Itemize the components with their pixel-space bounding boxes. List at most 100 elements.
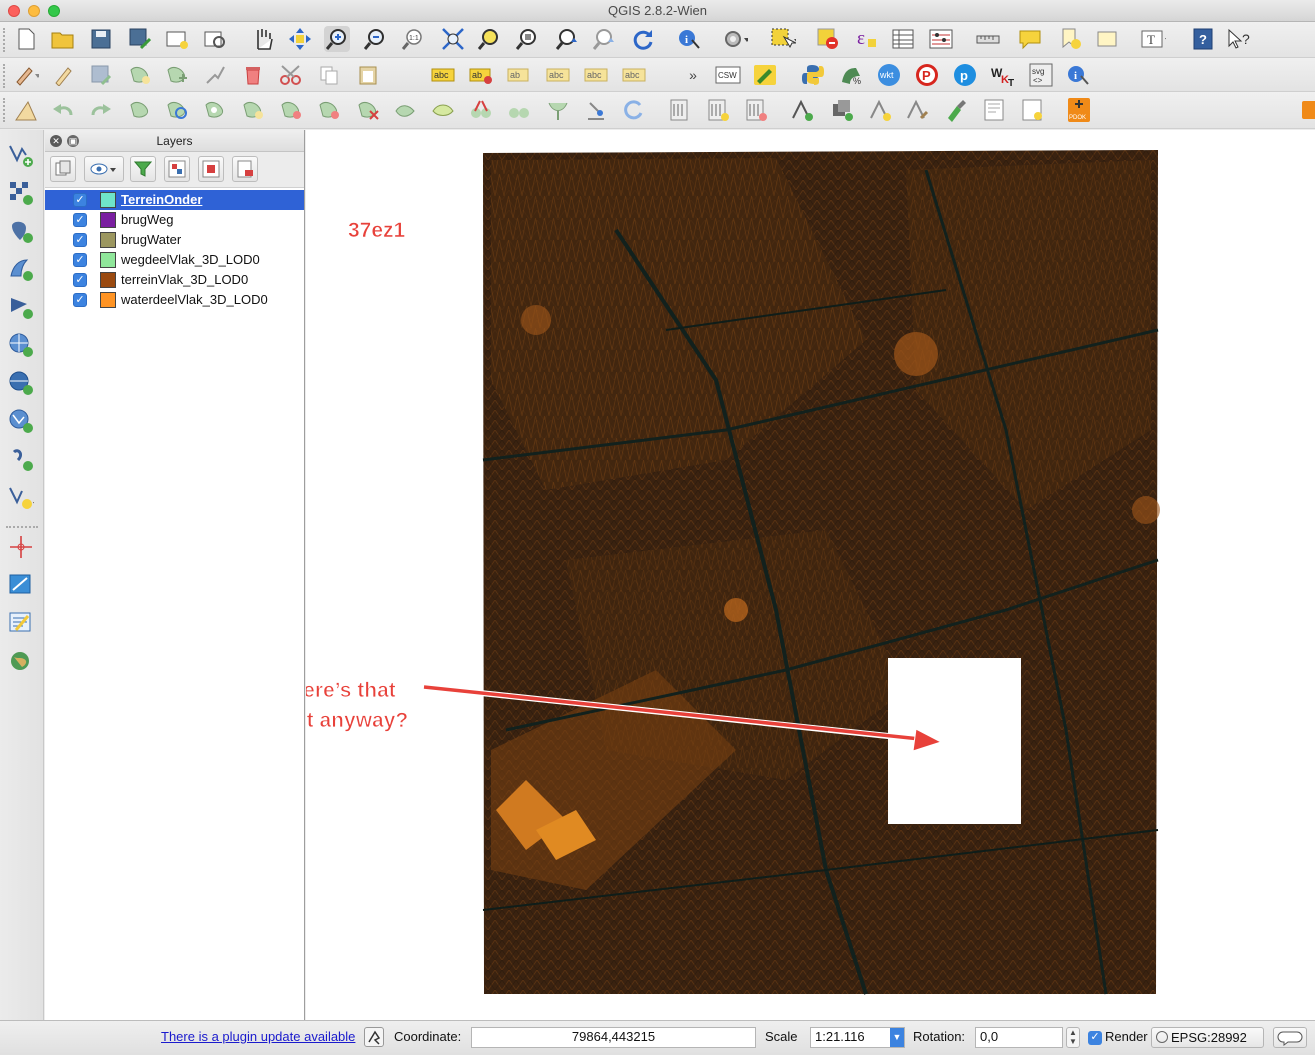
select-vertex-icon[interactable] bbox=[868, 97, 894, 123]
plugin-green-icon[interactable] bbox=[752, 62, 778, 88]
toolbar-grip[interactable] bbox=[3, 28, 7, 52]
layer-row-wegdeelvlak[interactable]: ✓ wegdeelVlak_3D_LOD0 bbox=[45, 250, 304, 270]
pan-map-icon[interactable] bbox=[250, 26, 276, 52]
deselect-features-icon[interactable] bbox=[815, 26, 841, 52]
show-bookmarks-icon[interactable] bbox=[1094, 26, 1120, 52]
add-delimited-text-layer-icon[interactable] bbox=[8, 446, 34, 472]
save-layer-edits-icon[interactable] bbox=[88, 62, 114, 88]
add-vector-layer-icon[interactable] bbox=[8, 142, 34, 168]
layer-symbol-swatch[interactable] bbox=[100, 272, 116, 288]
move-label-icon[interactable]: abc bbox=[583, 62, 609, 88]
collapse-all-icon[interactable] bbox=[198, 156, 224, 182]
paste-features-icon[interactable] bbox=[355, 62, 381, 88]
layer-visibility-checkbox[interactable]: ✓ bbox=[73, 253, 87, 267]
attribute-table-icon[interactable] bbox=[890, 26, 916, 52]
paint-tool-icon[interactable] bbox=[944, 97, 970, 123]
zoom-full-icon[interactable] bbox=[440, 26, 466, 52]
zoom-to-layer-icon[interactable] bbox=[515, 26, 541, 52]
toolbar-grip[interactable] bbox=[3, 64, 7, 88]
processing-plugin-icon[interactable]: % bbox=[838, 62, 864, 88]
add-mssql-layer-icon[interactable] bbox=[8, 294, 34, 320]
zoom-out-icon[interactable] bbox=[362, 26, 388, 52]
digitize-plugin-2-icon[interactable] bbox=[706, 97, 732, 123]
add-wms-layer-icon[interactable] bbox=[8, 332, 34, 358]
add-feature-icon[interactable] bbox=[127, 62, 153, 88]
add-ring-icon[interactable] bbox=[202, 97, 228, 123]
pdok-plugin-red-icon[interactable]: P bbox=[914, 62, 940, 88]
new-bookmark-icon[interactable] bbox=[1058, 26, 1084, 52]
map-canvas[interactable]: 37ez1 where’s that part anyway? bbox=[306, 130, 1315, 1020]
run-feature-action-icon[interactable] bbox=[722, 26, 748, 52]
rotation-spinbox[interactable]: 0,0 bbox=[975, 1027, 1063, 1048]
layer-symbol-swatch[interactable] bbox=[100, 252, 116, 268]
add-wcs-layer-icon[interactable] bbox=[8, 370, 34, 396]
toggle-editing-icon[interactable] bbox=[50, 62, 76, 88]
csw-icon[interactable]: CSW bbox=[715, 62, 741, 88]
geocoder-clear-icon[interactable] bbox=[1300, 97, 1315, 123]
add-vertex-icon[interactable] bbox=[790, 97, 816, 123]
wkt-tool-icon[interactable]: WKT bbox=[990, 62, 1016, 88]
layer-visibility-checkbox[interactable]: ✓ bbox=[73, 193, 87, 207]
remove-layer-icon[interactable] bbox=[232, 156, 258, 182]
reshape-features-icon[interactable] bbox=[392, 97, 418, 123]
measure-line-icon[interactable] bbox=[975, 26, 1001, 52]
layer-row-waterdeelvlak[interactable]: ✓ waterdeelVlak_3D_LOD0 bbox=[45, 290, 304, 310]
offset-curve-icon[interactable] bbox=[430, 97, 456, 123]
chevron-down-icon[interactable]: ▼ bbox=[890, 1028, 904, 1047]
move-feature-icon[interactable] bbox=[164, 62, 190, 88]
add-spatialite-layer-icon[interactable] bbox=[8, 256, 34, 282]
pdok-badge-icon[interactable]: PDOK bbox=[1066, 97, 1092, 123]
window-zoom-button[interactable] bbox=[48, 5, 60, 17]
export-layout-icon[interactable] bbox=[1020, 97, 1046, 123]
whats-this-icon[interactable]: ? bbox=[1227, 26, 1253, 52]
pin-labels-icon[interactable]: ab bbox=[468, 62, 494, 88]
globe-plugin-icon[interactable] bbox=[8, 648, 34, 674]
delete-part-icon[interactable] bbox=[355, 97, 381, 123]
close-panel-icon[interactable]: ✕ bbox=[50, 135, 62, 147]
crosshair-digitize-icon[interactable] bbox=[8, 534, 34, 560]
coordinate-toggle-icon[interactable] bbox=[364, 1027, 384, 1047]
save-project-icon[interactable] bbox=[88, 26, 114, 52]
pan-to-selection-icon[interactable] bbox=[287, 26, 313, 52]
layer-visibility-checkbox[interactable]: ✓ bbox=[73, 293, 87, 307]
fill-ring-icon[interactable] bbox=[278, 97, 304, 123]
render-checkbox[interactable]: ✓ bbox=[1088, 1031, 1102, 1045]
layer-visibility-checkbox[interactable]: ✓ bbox=[73, 233, 87, 247]
add-wfs-layer-icon[interactable] bbox=[8, 408, 34, 434]
delete-ring-icon[interactable] bbox=[316, 97, 342, 123]
rotation-stepper[interactable]: ▲ ▼ bbox=[1066, 1027, 1080, 1048]
filter-legend-icon[interactable] bbox=[130, 156, 156, 182]
plugin-update-link[interactable]: There is a plugin update available bbox=[161, 1029, 355, 1044]
edit-vertex-icon[interactable] bbox=[905, 97, 931, 123]
new-shapefile-layer-icon[interactable] bbox=[8, 484, 34, 510]
layer-symbol-swatch[interactable] bbox=[100, 232, 116, 248]
coordinate-field[interactable]: 79864,443215 bbox=[471, 1027, 756, 1048]
save-as-icon[interactable] bbox=[127, 26, 153, 52]
add-postgis-layer-icon[interactable] bbox=[8, 218, 34, 244]
log-messages-button[interactable] bbox=[1273, 1027, 1307, 1048]
float-panel-icon[interactable]: ▣ bbox=[67, 135, 79, 147]
digitize-plugin-3-icon[interactable] bbox=[744, 97, 770, 123]
add-raster-layer-icon[interactable] bbox=[8, 180, 34, 206]
statistical-summary-icon[interactable] bbox=[928, 26, 954, 52]
toolbar-overflow-icon[interactable]: » bbox=[680, 62, 706, 88]
expand-all-icon[interactable] bbox=[164, 156, 190, 182]
toolbar-grip[interactable] bbox=[3, 98, 7, 122]
composer-manager-icon[interactable] bbox=[202, 26, 228, 52]
layer-row-terreinvlak[interactable]: ✓ terreinVlak_3D_LOD0 bbox=[45, 270, 304, 290]
manage-visibility-icon[interactable] bbox=[84, 156, 124, 182]
layer-row-brugweg[interactable]: ✓ brugWeg bbox=[45, 210, 304, 230]
layer-row-terreinonder[interactable]: ✓ TerreinOnder bbox=[45, 190, 304, 210]
zoom-in-icon[interactable] bbox=[324, 26, 350, 52]
text-annotation-icon[interactable]: T bbox=[1140, 26, 1166, 52]
layer-symbol-swatch[interactable] bbox=[100, 192, 116, 208]
map-tips-icon[interactable] bbox=[1017, 26, 1043, 52]
new-project-icon[interactable] bbox=[13, 26, 39, 52]
redo-icon[interactable] bbox=[88, 97, 114, 123]
layer-symbol-swatch[interactable] bbox=[100, 212, 116, 228]
layer-visibility-checkbox[interactable]: ✓ bbox=[73, 213, 87, 227]
rotate-label-icon[interactable]: abc bbox=[621, 62, 647, 88]
split-features-icon[interactable] bbox=[468, 97, 494, 123]
split-parts-icon[interactable] bbox=[506, 97, 532, 123]
current-edits-icon[interactable] bbox=[13, 62, 39, 88]
